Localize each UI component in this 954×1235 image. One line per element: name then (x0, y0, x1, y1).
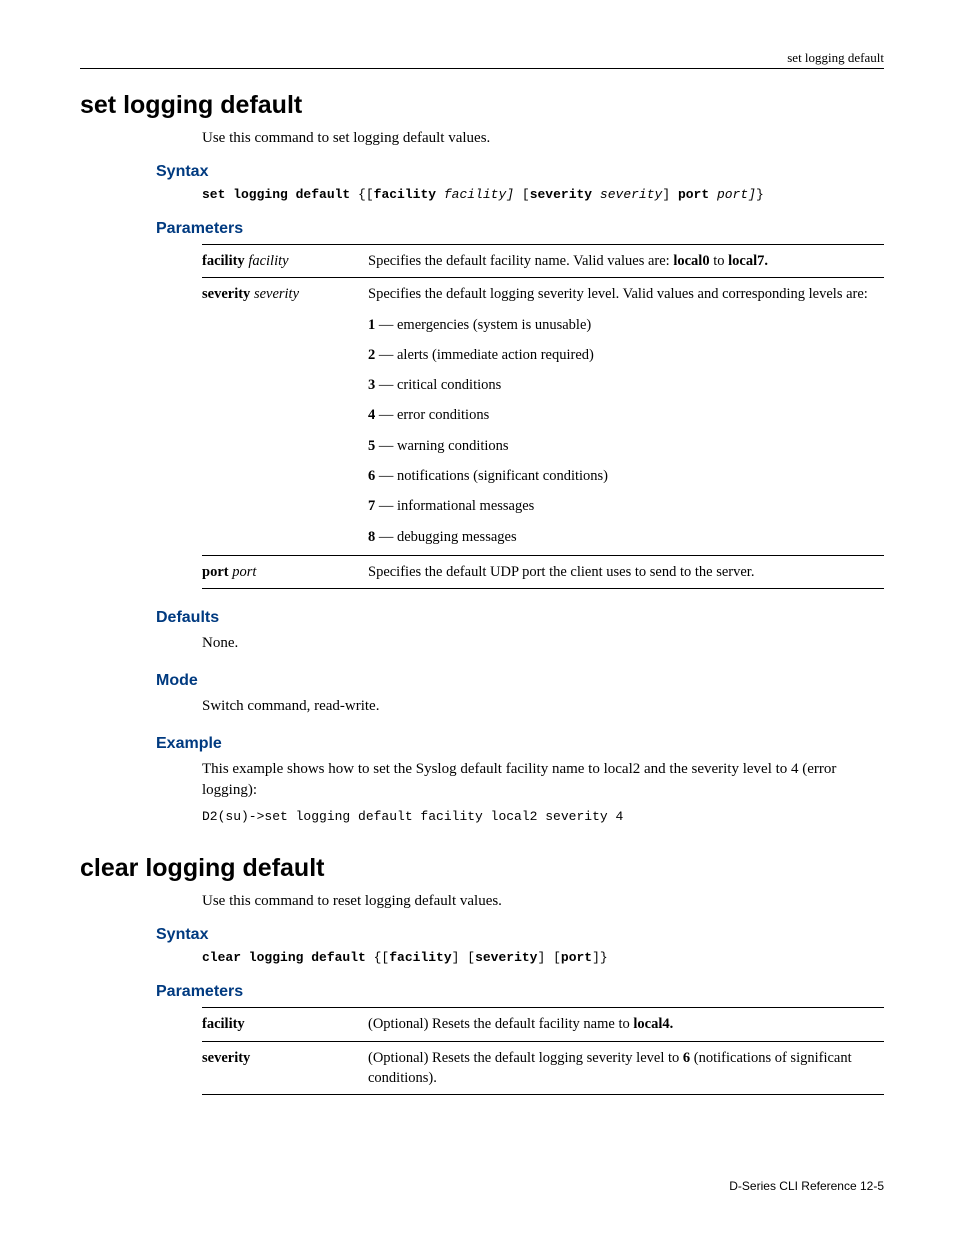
syntax-cmd: clear logging default (202, 950, 366, 965)
section2-intro: Use this command to reset logging defaul… (202, 893, 884, 910)
param-desc-severity: (Optional) Resets the default logging se… (368, 1041, 884, 1095)
syntax-line: clear logging default {[facility] [sever… (202, 950, 884, 965)
list-item: 1 — emergencies (system is unusable) (368, 315, 878, 335)
param-label-ital: port (229, 564, 257, 580)
syntax-kw-port: port (561, 950, 592, 965)
list-item: 7 — informational messages (368, 496, 878, 516)
param-label-bold: facility (202, 1016, 245, 1032)
syntax-open: {[ (366, 950, 389, 965)
syntax-arg-facility: facility] (436, 187, 514, 202)
section2-title: clear logging default (80, 854, 884, 883)
mode-text: Switch command, read-write. (202, 696, 884, 717)
syntax-close: ]} (592, 950, 608, 965)
table-row: port port Specifies the default UDP port… (202, 555, 884, 588)
syntax-mid2: ] (662, 187, 678, 202)
param-name-severity: severity (202, 1041, 368, 1095)
param-desc-facility: Specifies the default facility name. Val… (368, 245, 884, 278)
syntax-heading: Syntax (156, 163, 884, 181)
syntax-kw-severity: severity (530, 187, 592, 202)
list-item: 2 — alerts (immediate action required) (368, 345, 878, 365)
table-row: severity severity Specifies the default … (202, 278, 884, 556)
table-row: facility (Optional) Resets the default f… (202, 1008, 884, 1041)
desc-text: (Optional) Resets the default logging se… (368, 1050, 683, 1066)
param-label-ital: severity (250, 286, 299, 302)
param-name-port: port port (202, 555, 368, 588)
severity-levels: 1 — emergencies (system is unusable) 2 —… (368, 315, 878, 547)
example-heading: Example (156, 735, 884, 753)
syntax-kw-facility: facility (389, 950, 451, 965)
example-text: This example shows how to set the Syslog… (202, 759, 884, 801)
parameters-table: facility facility Specifies the default … (202, 244, 884, 589)
syntax-mid2: ] [ (537, 950, 560, 965)
list-item: 3 — critical conditions (368, 375, 878, 395)
param-name-severity: severity severity (202, 278, 368, 556)
example-code: D2(su)->set logging default facility loc… (202, 809, 884, 824)
level-text: — warning conditions (375, 438, 508, 454)
page-footer: D-Series CLI Reference 12-5 (729, 1179, 884, 1193)
syntax-cmd: set logging default (202, 187, 350, 202)
param-label-bold: facility (202, 253, 245, 269)
level-text: — error conditions (375, 407, 489, 423)
list-item: 8 — debugging messages (368, 527, 878, 547)
param-desc-facility: (Optional) Resets the default facility n… (368, 1008, 884, 1041)
syntax-close: } (756, 187, 764, 202)
parameters-heading: Parameters (156, 983, 884, 1001)
list-item: 5 — warning conditions (368, 436, 878, 456)
param-label-bold: severity (202, 286, 250, 302)
desc-bold: local7. (728, 253, 768, 269)
param-desc-port: Specifies the default UDP port the clien… (368, 555, 884, 588)
desc-bold: local4. (633, 1016, 673, 1032)
syntax-line: set logging default {[facility facility]… (202, 187, 884, 202)
param-desc-severity: Specifies the default logging severity l… (368, 278, 884, 556)
list-item: 6 — notifications (significant condition… (368, 466, 878, 486)
level-text: — alerts (immediate action required) (375, 347, 594, 363)
defaults-heading: Defaults (156, 609, 884, 627)
desc-text: to (710, 253, 729, 269)
header-running-title: set logging default (80, 50, 884, 69)
level-text: — emergencies (system is unusable) (375, 317, 591, 333)
defaults-text: None. (202, 633, 884, 654)
syntax-arg-severity: severity (592, 187, 662, 202)
level-text: — debugging messages (375, 529, 516, 545)
param-label-bold: severity (202, 1050, 250, 1066)
section1-title: set logging default (80, 91, 884, 120)
desc-intro: Specifies the default logging severity l… (368, 284, 878, 304)
syntax-kw-port: port (678, 187, 709, 202)
syntax-arg-port: port] (709, 187, 756, 202)
param-label-ital: facility (245, 253, 289, 269)
level-text: — critical conditions (375, 377, 501, 393)
table-row: facility facility Specifies the default … (202, 245, 884, 278)
syntax-heading: Syntax (156, 926, 884, 944)
level-text: — notifications (significant conditions) (375, 468, 608, 484)
param-name-facility: facility (202, 1008, 368, 1041)
desc-text: (Optional) Resets the default facility n… (368, 1016, 633, 1032)
desc-text: Specifies the default facility name. Val… (368, 253, 673, 269)
table-row: severity (Optional) Resets the default l… (202, 1041, 884, 1095)
param-name-facility: facility facility (202, 245, 368, 278)
syntax-mid1: ] [ (452, 950, 475, 965)
parameters-table: facility (Optional) Resets the default f… (202, 1007, 884, 1095)
mode-heading: Mode (156, 672, 884, 690)
syntax-kw-severity: severity (475, 950, 537, 965)
section1-intro: Use this command to set logging default … (202, 130, 884, 147)
syntax-open: {[ (350, 187, 373, 202)
level-text: — informational messages (375, 498, 534, 514)
desc-bold: local0 (673, 253, 709, 269)
list-item: 4 — error conditions (368, 405, 878, 425)
parameters-heading: Parameters (156, 220, 884, 238)
syntax-mid1: [ (514, 187, 530, 202)
param-label-bold: port (202, 564, 229, 580)
syntax-kw-facility: facility (374, 187, 436, 202)
